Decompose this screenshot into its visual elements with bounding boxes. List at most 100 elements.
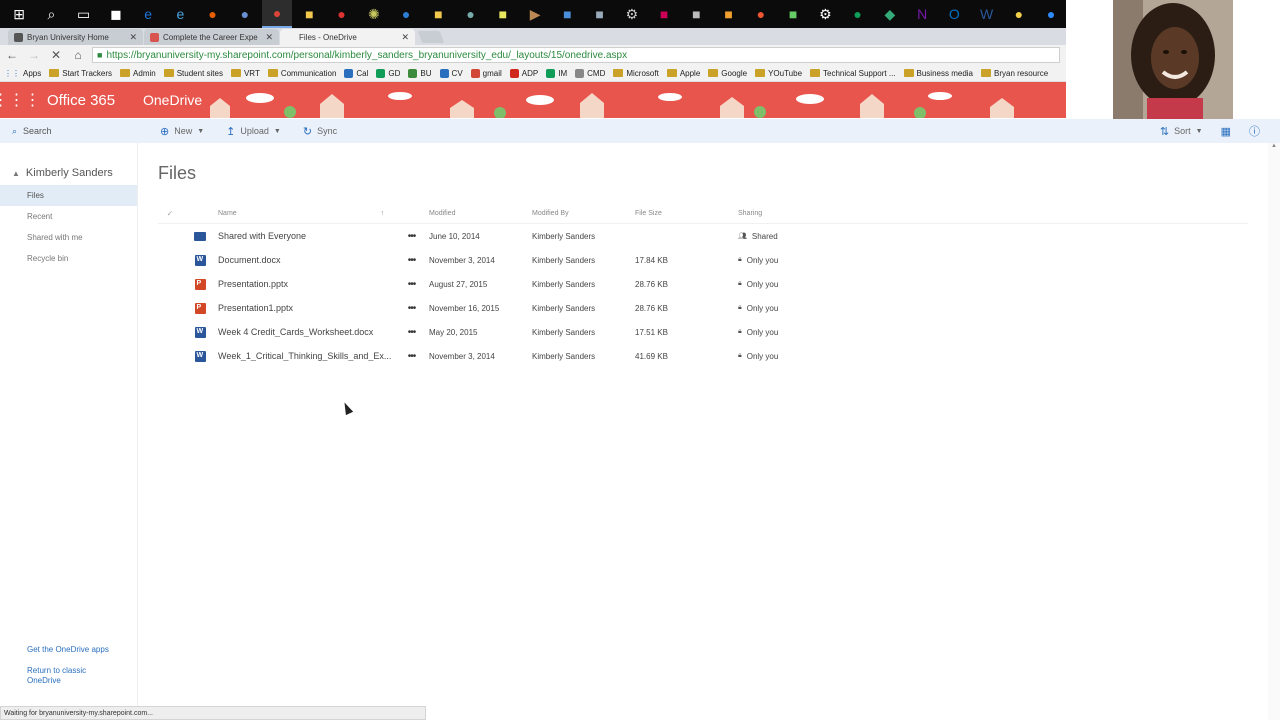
- home-icon[interactable]: ⌂: [70, 47, 86, 63]
- scroll-up-icon[interactable]: ▲: [1268, 143, 1280, 149]
- file-sharing[interactable]: 👥︎ Shared: [738, 232, 858, 241]
- file-explorer-icon[interactable]: ■: [294, 0, 324, 28]
- return-to-classic-link[interactable]: Return to classic OneDrive: [0, 666, 110, 686]
- bookmark-item[interactable]: VRT: [230, 69, 260, 78]
- stop-loading-icon[interactable]: ✕: [48, 47, 64, 63]
- column-header-modified-by[interactable]: Modified By: [532, 210, 635, 217]
- firefox-icon[interactable]: ●: [198, 0, 228, 28]
- app-icon[interactable]: ▶: [520, 0, 550, 28]
- bookmark-item[interactable]: YOuTube: [755, 69, 802, 78]
- back-icon[interactable]: ←: [4, 47, 20, 63]
- app-icon[interactable]: ■: [681, 0, 711, 28]
- nav-item-files[interactable]: Files: [0, 185, 137, 206]
- search-icon[interactable]: ⌕: [36, 0, 66, 28]
- browser-tab[interactable]: Complete the Career Expe ✕: [144, 29, 279, 45]
- file-row[interactable]: P Presentation.pptx ••• August 27, 2015 Kimb…: [158, 272, 1248, 296]
- bookmark-item[interactable]: Google: [708, 69, 747, 78]
- edge-icon[interactable]: e: [133, 0, 163, 28]
- more-options-button[interactable]: •••: [394, 351, 429, 362]
- bookmark-item[interactable]: Apple: [666, 69, 700, 78]
- nav-item-shared-with-me[interactable]: Shared with me: [0, 227, 137, 248]
- file-sharing[interactable]: 🔒︎ Only you: [738, 304, 858, 313]
- forward-icon[interactable]: →: [26, 47, 42, 63]
- bookmark-item[interactable]: Cal: [344, 68, 368, 78]
- zoom-icon[interactable]: ●: [1036, 0, 1066, 28]
- app-icon[interactable]: ■: [778, 0, 808, 28]
- file-name[interactable]: Week_1_Critical_Thinking_Skills_and_Ex..…: [218, 351, 394, 361]
- app-icon[interactable]: ■: [488, 0, 518, 28]
- browser-tab[interactable]: Bryan University Home ✕: [8, 29, 143, 45]
- bookmark-item[interactable]: BU: [408, 68, 432, 78]
- app-icon[interactable]: ■: [649, 0, 679, 28]
- outlook-icon[interactable]: O: [939, 0, 969, 28]
- upload-button[interactable]: ↥ Upload ▼: [226, 125, 281, 138]
- media-icon[interactable]: ●: [327, 0, 357, 28]
- app-icon[interactable]: ◆: [875, 0, 905, 28]
- close-icon[interactable]: ✕: [265, 32, 273, 43]
- sort-button[interactable]: ⇅ Sort ▼: [1160, 125, 1203, 138]
- file-name[interactable]: Shared with Everyone: [218, 231, 394, 241]
- more-options-button[interactable]: •••: [394, 279, 429, 290]
- app-icon[interactable]: ●: [456, 0, 486, 28]
- hangouts-icon[interactable]: ●: [843, 0, 873, 28]
- bookmark-item[interactable]: Start Trackers: [49, 69, 112, 78]
- office365-brand[interactable]: Office 365: [47, 92, 131, 109]
- windows-start-icon[interactable]: ⊞: [4, 0, 34, 28]
- bookmark-item[interactable]: ADP: [509, 68, 538, 78]
- bookmark-item[interactable]: IM: [546, 68, 567, 78]
- more-options-button[interactable]: •••: [394, 231, 429, 242]
- more-options-button[interactable]: •••: [394, 303, 429, 314]
- bookmark-item[interactable]: Student sites: [163, 69, 223, 78]
- file-name[interactable]: Document.docx: [218, 255, 394, 265]
- file-name[interactable]: Presentation1.pptx: [218, 303, 394, 313]
- file-name[interactable]: Presentation.pptx: [218, 279, 394, 289]
- close-icon[interactable]: ✕: [401, 32, 409, 43]
- select-all-checkbox[interactable]: ✓: [158, 209, 182, 218]
- app-launcher-icon[interactable]: ⋮⋮⋮: [0, 82, 41, 118]
- file-sharing[interactable]: 🔒︎ Only you: [738, 256, 858, 265]
- onedrive-app-name[interactable]: OneDrive: [143, 92, 202, 108]
- column-header-name[interactable]: Name ↑: [218, 210, 394, 217]
- bookmark-item[interactable]: ⋮⋮ Apps: [4, 69, 41, 78]
- close-icon[interactable]: ✕: [129, 32, 137, 43]
- file-row[interactable]: P Presentation1.pptx ••• November 16, 2015 K…: [158, 296, 1248, 320]
- file-sharing[interactable]: 🔒︎ Only you: [738, 280, 858, 289]
- file-row[interactable]: W Week 4 Credit_Cards_Worksheet.docx ••• Ma…: [158, 320, 1248, 344]
- store-icon[interactable]: ◼: [101, 0, 131, 28]
- sync-button[interactable]: ↻ Sync: [303, 125, 337, 138]
- ie-icon[interactable]: e: [165, 0, 195, 28]
- info-icon[interactable]: ⓘ: [1249, 123, 1260, 139]
- file-row[interactable]: W Document.docx ••• November 3, 2014 Kimberl…: [158, 248, 1248, 272]
- browser-tab-active[interactable]: Files - OneDrive ✕: [280, 29, 415, 45]
- word-icon[interactable]: W: [972, 0, 1002, 28]
- app-icon[interactable]: ●: [746, 0, 776, 28]
- app-icon[interactable]: ●: [391, 0, 421, 28]
- bookmark-item[interactable]: Technical Support ...: [810, 69, 896, 78]
- nav-item-recent[interactable]: Recent: [0, 206, 137, 227]
- file-sharing[interactable]: 🔒︎ Only you: [738, 352, 858, 361]
- bookmark-item[interactable]: Microsoft: [613, 69, 659, 78]
- new-tab-button[interactable]: [417, 31, 445, 43]
- bookmark-item[interactable]: Communication: [267, 69, 336, 78]
- more-options-button[interactable]: •••: [394, 255, 429, 266]
- nav-item-recycle-bin[interactable]: Recycle bin: [0, 248, 137, 269]
- app-icon[interactable]: ■: [585, 0, 615, 28]
- user-node[interactable]: ▲ Kimberly Sanders: [0, 161, 137, 185]
- bookmark-item[interactable]: gmail: [470, 68, 502, 78]
- search-box[interactable]: ⌕ Search: [0, 119, 138, 143]
- vertical-scrollbar[interactable]: ▲: [1268, 143, 1280, 720]
- column-header-modified[interactable]: Modified: [429, 210, 532, 217]
- globe-icon[interactable]: ●: [230, 0, 260, 28]
- app-icon[interactable]: ⚙: [617, 0, 647, 28]
- file-sharing[interactable]: 🔒︎ Only you: [738, 328, 858, 337]
- file-name[interactable]: Week 4 Credit_Cards_Worksheet.docx: [218, 327, 394, 337]
- file-row[interactable]: Shared with Everyone ••• June 10, 2014 Kimb…: [158, 224, 1248, 248]
- bookmark-item[interactable]: CMD: [575, 68, 605, 78]
- bookmark-item[interactable]: Bryan resource: [981, 69, 1048, 78]
- onenote-icon[interactable]: N: [907, 0, 937, 28]
- address-bar[interactable]: ■ https://bryanuniversity-my.sharepoint.…: [92, 47, 1060, 63]
- bookmark-item[interactable]: Admin: [120, 69, 156, 78]
- more-options-button[interactable]: •••: [394, 327, 429, 338]
- column-header-file-size[interactable]: File Size: [635, 210, 738, 217]
- app-icon[interactable]: ■: [552, 0, 582, 28]
